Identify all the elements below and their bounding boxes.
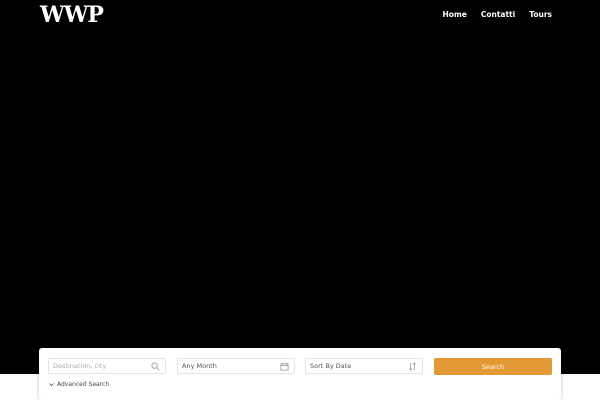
month-select[interactable]: Any Month [177, 358, 295, 374]
month-select-value: Any Month [182, 362, 217, 370]
advanced-search-toggle[interactable]: Advanced Search [48, 381, 109, 388]
search-button[interactable]: Search [434, 358, 552, 375]
advanced-search-label: Advanced Search [57, 381, 110, 388]
nav-home[interactable]: Home [442, 10, 466, 19]
sort-select[interactable]: Sort By Date [305, 358, 423, 374]
site-logo[interactable]: WWP [40, 3, 104, 27]
main-nav: Home Contatti Tours [442, 10, 552, 19]
tour-search-form: Any Month Sort By Date Search Advanced S… [39, 348, 561, 400]
sort-select-value: Sort By Date [310, 362, 352, 370]
chevron-down-icon [49, 383, 54, 387]
search-icon [151, 362, 160, 371]
destination-field[interactable] [48, 358, 166, 374]
sort-icon [409, 362, 416, 371]
calendar-icon [280, 362, 289, 371]
destination-input[interactable] [53, 359, 147, 373]
nav-tours[interactable]: Tours [529, 10, 552, 19]
site-header: WWP Home Contatti Tours [0, 0, 600, 34]
nav-contatti[interactable]: Contatti [481, 10, 515, 19]
